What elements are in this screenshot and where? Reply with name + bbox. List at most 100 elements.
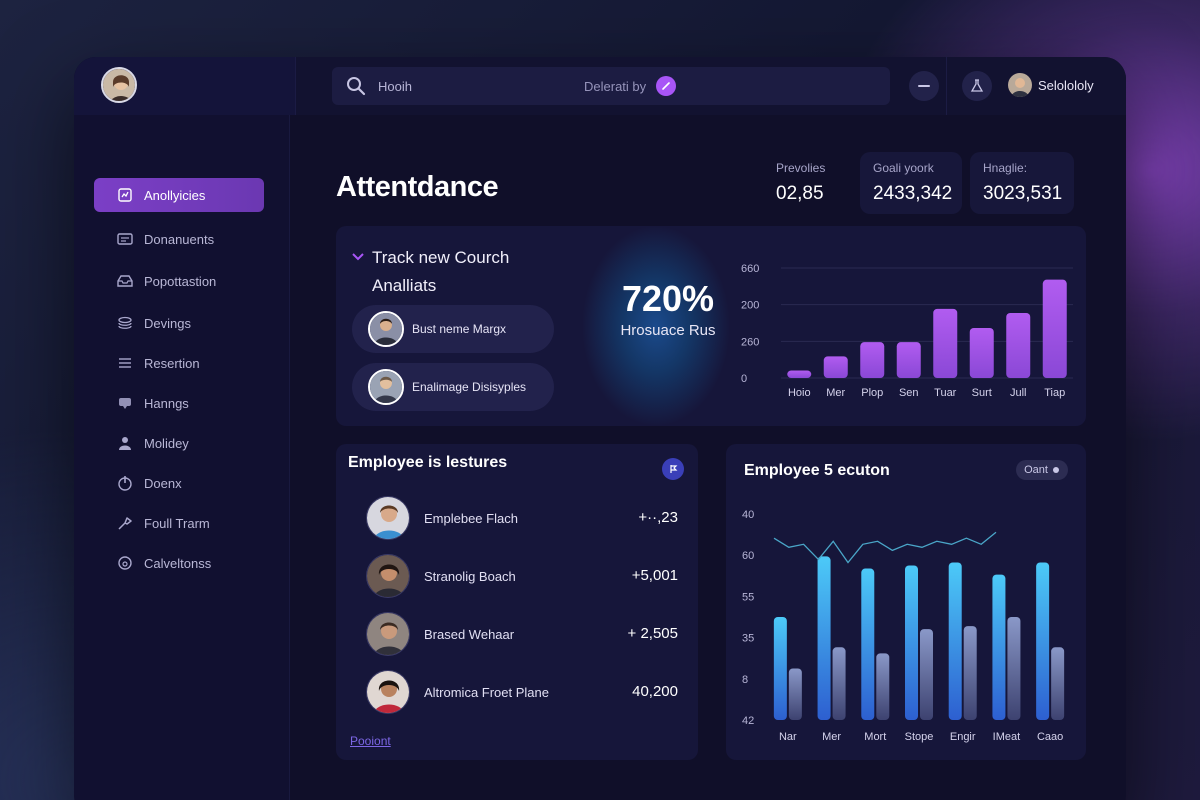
employee-avatar bbox=[366, 670, 410, 714]
sidebar-item-label: Anollyicies bbox=[144, 187, 206, 203]
y-tick-label: 200 bbox=[741, 300, 759, 312]
stat-highlight: Hnaglie: 3023,531 bbox=[970, 152, 1074, 214]
sidebar-item-calveltonss[interactable]: Calveltonss bbox=[94, 546, 264, 580]
page-title: Attentdance bbox=[336, 171, 499, 203]
sidebar-item-hanngs[interactable]: Hanngs bbox=[94, 386, 264, 420]
brand-area bbox=[74, 57, 296, 115]
employee-row[interactable]: Emplebee Flach +··,23 bbox=[366, 496, 678, 542]
y-tick-label: 260 bbox=[741, 336, 759, 348]
sidebar-item-label: Resertion bbox=[144, 355, 200, 371]
stat-goal: Goali yoork 2433,342 bbox=[860, 152, 962, 214]
employee-avatar bbox=[366, 496, 410, 540]
x-tick-label: Mort bbox=[864, 731, 886, 743]
employee-value: + 2,505 bbox=[627, 625, 678, 642]
employees-card-title: Employee is lestures bbox=[348, 454, 508, 471]
profile-avatar[interactable] bbox=[101, 67, 137, 103]
y-tick-label: 60 bbox=[742, 550, 754, 562]
employee-value: +5,001 bbox=[631, 567, 678, 584]
search-bar[interactable]: Hooih Delerati by bbox=[332, 67, 890, 105]
list-icon bbox=[116, 354, 134, 372]
filter-dot-icon bbox=[1052, 467, 1059, 473]
x-tick-label: Hoio bbox=[788, 387, 811, 399]
notifications-button[interactable] bbox=[962, 71, 992, 101]
stat-value: 2433,342 bbox=[873, 183, 953, 204]
sidebar-item-label: Popottastion bbox=[144, 273, 217, 289]
sidebar-item-devings[interactable]: Devings bbox=[94, 306, 264, 340]
filter-label: Oant bbox=[1024, 464, 1048, 476]
sidebar-item-label: Molidey bbox=[144, 435, 189, 451]
top-bar: Hooih Delerati by Selolololy bbox=[74, 57, 1126, 115]
x-tick-label: Jull bbox=[1010, 387, 1027, 399]
ellipsis-icon bbox=[918, 85, 930, 87]
employees-card: Employee is lestures Emplebee Flach +··,… bbox=[336, 444, 698, 760]
person-avatar bbox=[368, 311, 404, 347]
employee-value: +··,23 bbox=[638, 509, 678, 526]
bar bbox=[1006, 313, 1031, 378]
stat-previous: Prevolies 02,85 bbox=[763, 152, 853, 214]
sidebar-item-label: Hanngs bbox=[144, 395, 189, 411]
bar-series-2 bbox=[1051, 647, 1065, 720]
employees-footer-link[interactable]: Pooiont bbox=[350, 734, 391, 748]
chevron-down-icon[interactable] bbox=[352, 248, 364, 266]
stat-label: Hnaglie: bbox=[983, 161, 1028, 175]
y-tick-label: 42 bbox=[742, 715, 754, 727]
track-title: Track new Courch Analliats bbox=[372, 244, 509, 300]
sidebar-item-label: Calveltonss bbox=[144, 555, 212, 571]
sidebar-item-analytics[interactable]: Anollyicies bbox=[94, 178, 264, 212]
bar bbox=[860, 342, 885, 378]
stat-value: 02,85 bbox=[776, 183, 824, 204]
layers-icon bbox=[116, 314, 134, 332]
bar-series-1 bbox=[905, 565, 918, 720]
employee-name: Stranolig Boach bbox=[424, 569, 516, 584]
x-tick-label: Mer bbox=[822, 731, 841, 743]
x-tick-label: Mer bbox=[826, 387, 845, 399]
employee-row[interactable]: Brased Wehaar + 2,505 bbox=[366, 612, 678, 658]
bar-series-1 bbox=[1036, 562, 1050, 720]
y-tick-label: 660 bbox=[741, 263, 759, 275]
sidebar-item-molidey[interactable]: Molidey bbox=[94, 426, 264, 460]
bar bbox=[823, 356, 848, 378]
user-icon bbox=[116, 434, 134, 452]
sidebar-item-doenx[interactable]: Doenx bbox=[94, 466, 264, 500]
sidebar-item-population[interactable]: Popottastion bbox=[94, 264, 264, 298]
sidebar: Anollyicies Donanuents Popottastion Devi… bbox=[74, 115, 290, 800]
power-icon bbox=[116, 474, 134, 492]
edit-icon[interactable] bbox=[656, 76, 676, 96]
y-tick-label: 8 bbox=[742, 674, 748, 686]
employees-action-button[interactable] bbox=[662, 458, 684, 480]
x-tick-label: Engir bbox=[950, 731, 976, 743]
track-card: Track new Courch Analliats Bust neme Mar… bbox=[336, 226, 1086, 426]
employee-bar-chart: 40 60 55 35 8 42 Nar Mer Mort Stope Engir IMeat Caao bbox=[742, 509, 1065, 743]
x-tick-label: Tiap bbox=[1044, 387, 1065, 399]
sidebar-item-resertion[interactable]: Resertion bbox=[94, 346, 264, 380]
employee-row[interactable]: Stranolig Boach +5,001 bbox=[366, 554, 678, 600]
x-tick-label: Plop bbox=[861, 387, 883, 399]
x-tick-label: Nar bbox=[779, 731, 797, 743]
stat-value: 3023,531 bbox=[983, 183, 1063, 204]
x-tick-label: Caao bbox=[1037, 731, 1063, 743]
person-pill[interactable]: Bust neme Margx bbox=[352, 305, 554, 353]
inbox-icon bbox=[116, 272, 134, 290]
y-tick-label: 55 bbox=[742, 591, 754, 603]
sidebar-item-foull-trarm[interactable]: Foull Trarm bbox=[94, 506, 264, 540]
bar bbox=[1042, 279, 1067, 378]
user-name[interactable]: Selolololy bbox=[1038, 78, 1094, 93]
bar bbox=[969, 328, 994, 378]
more-button[interactable] bbox=[909, 71, 939, 101]
user-avatar[interactable] bbox=[1008, 73, 1032, 97]
sidebar-item-documents[interactable]: Donanuents bbox=[94, 222, 264, 256]
dashboard-window: Hooih Delerati by Selolololy Anollyicies… bbox=[74, 57, 1126, 800]
sidebar-item-label: Doenx bbox=[144, 475, 182, 491]
y-tick-label: 35 bbox=[742, 633, 754, 645]
search-input[interactable]: Hooih bbox=[378, 79, 412, 94]
bar-series-2 bbox=[920, 629, 933, 720]
employee-row[interactable]: Altromica Froet Plane 40,200 bbox=[366, 670, 678, 716]
person-pill[interactable]: Enalimage Disisyples bbox=[352, 363, 554, 411]
flag-icon bbox=[670, 465, 678, 473]
attendance-bar-chart: 660 200 260 0 Hoio Mer Plop Sen Tuar Surt Jull Tiap bbox=[741, 263, 1073, 399]
trend-line bbox=[773, 531, 997, 564]
chart-filter-dropdown[interactable]: Oant bbox=[1016, 460, 1068, 480]
bar-series-2 bbox=[788, 668, 802, 720]
bar-series-1 bbox=[817, 556, 831, 720]
x-tick-label: Sen bbox=[899, 387, 919, 399]
